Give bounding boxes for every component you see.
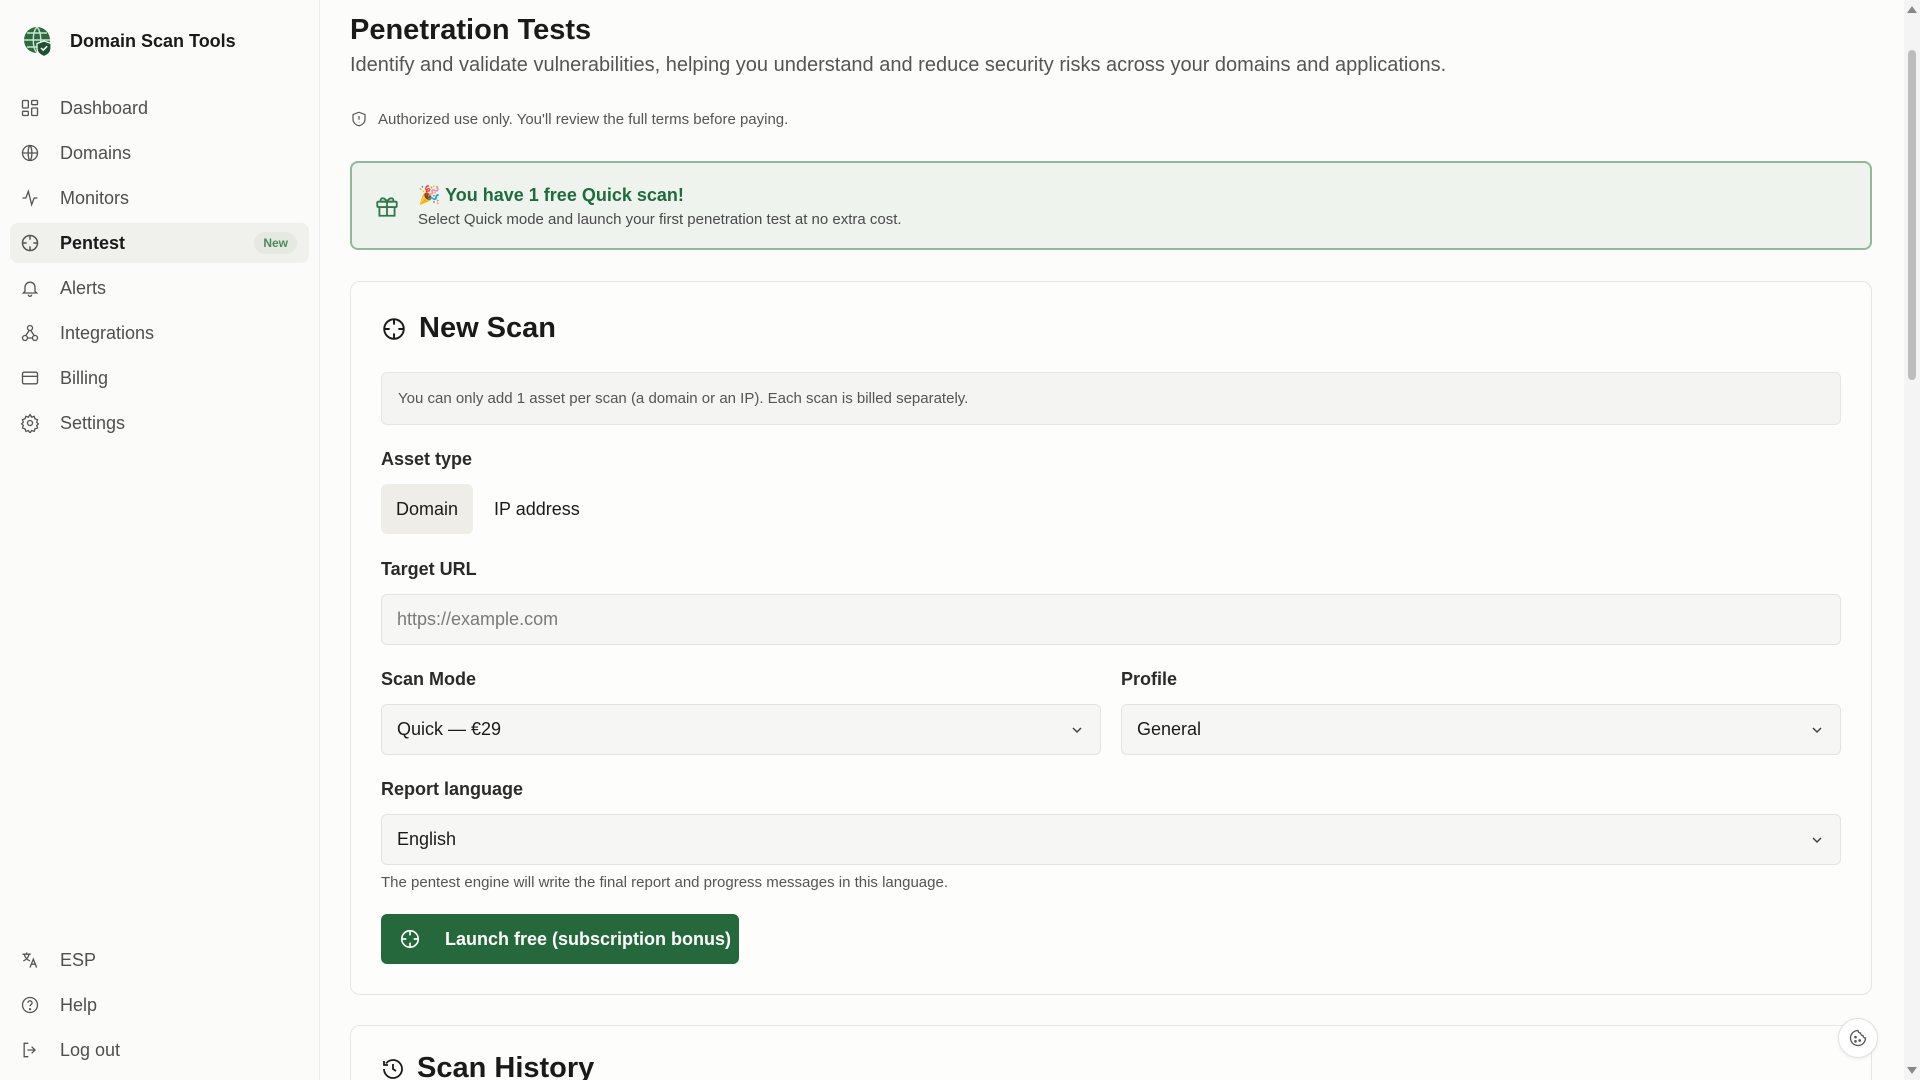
sidebar-item-label: Log out bbox=[60, 1039, 121, 1060]
scan-history-title: Scan History bbox=[417, 1052, 595, 1080]
logout-icon bbox=[20, 1040, 40, 1060]
scan-mode-value: Quick — €29 bbox=[397, 719, 502, 739]
sidebar: Domain Scan Tools Dashboard Domains Moni… bbox=[0, 0, 320, 1080]
sidebar-nav: Dashboard Domains Monitors Pentest New A… bbox=[10, 88, 309, 448]
gift-icon bbox=[376, 197, 398, 217]
scan-history-heading: Scan History bbox=[381, 1052, 594, 1080]
profile-label: Profile bbox=[1121, 669, 1178, 689]
webhook-icon bbox=[20, 323, 40, 343]
sidebar-item-monitors[interactable]: Monitors bbox=[10, 178, 309, 218]
page-subtitle: Identify and validate vulnerabilities, h… bbox=[350, 54, 1447, 76]
sidebar-item-label: Help bbox=[60, 994, 98, 1015]
scan-history-card: Scan History bbox=[350, 1025, 1872, 1080]
report-language-value: English bbox=[397, 829, 457, 849]
cookie-icon bbox=[1849, 1029, 1867, 1047]
sidebar-item-label: Settings bbox=[60, 412, 126, 433]
sidebar-item-label: Billing bbox=[60, 367, 109, 388]
report-language-help: The pentest engine will write the final … bbox=[381, 874, 948, 891]
brand[interactable]: Domain Scan Tools bbox=[22, 24, 236, 58]
bell-icon bbox=[20, 278, 40, 298]
history-icon bbox=[383, 1058, 403, 1079]
help-circle-icon bbox=[20, 995, 40, 1015]
language-icon bbox=[20, 950, 40, 970]
brand-name: Domain Scan Tools bbox=[70, 30, 236, 51]
globe-icon bbox=[20, 143, 40, 163]
sidebar-item-settings[interactable]: Settings bbox=[10, 403, 309, 443]
sidebar-item-label: ESP bbox=[60, 949, 97, 970]
gear-icon bbox=[20, 413, 40, 433]
report-language-select[interactable]: English bbox=[381, 814, 1841, 865]
sidebar-item-help[interactable]: Help bbox=[10, 985, 309, 1025]
language-switch[interactable]: ESP bbox=[10, 940, 309, 980]
new-scan-card: New Scan You can only add 1 asset per sc… bbox=[350, 281, 1872, 995]
cookie-settings-button[interactable] bbox=[1838, 1018, 1878, 1058]
asset-type-ip-address[interactable]: IP address bbox=[479, 484, 595, 534]
report-language-label: Report language bbox=[381, 779, 524, 799]
activity-icon bbox=[20, 188, 40, 208]
launch-free-button[interactable]: Launch free (subscription bonus) bbox=[381, 914, 739, 964]
scan-mode-label: Scan Mode bbox=[381, 669, 477, 689]
sidebar-item-label: Integrations bbox=[60, 322, 155, 343]
profile-select[interactable]: General bbox=[1121, 704, 1841, 755]
new-badge: New bbox=[254, 232, 297, 254]
sidebar-bottom-nav: ESP Help Log out bbox=[10, 940, 309, 1075]
credit-card-icon bbox=[20, 368, 40, 388]
page-scrollbar[interactable] bbox=[1904, 0, 1920, 1080]
profile-value: General bbox=[1137, 719, 1202, 739]
scroll-up-arrow[interactable] bbox=[1907, 6, 1917, 13]
chevron-down-icon bbox=[1812, 726, 1822, 733]
asset-type-domain[interactable]: Domain bbox=[381, 484, 474, 534]
sidebar-item-pentest[interactable]: Pentest New bbox=[10, 223, 309, 263]
asset-type-label: Asset type bbox=[381, 449, 473, 469]
crosshair-icon bbox=[400, 929, 420, 949]
sidebar-item-label: Alerts bbox=[60, 277, 107, 298]
sidebar-item-integrations[interactable]: Integrations bbox=[10, 313, 309, 353]
chevron-down-icon bbox=[1812, 836, 1822, 843]
banner-text: Select Quick mode and launch your first … bbox=[418, 211, 902, 228]
logout-button[interactable]: Log out bbox=[10, 1030, 309, 1070]
scan-mode-select[interactable]: Quick — €29 bbox=[381, 704, 1101, 755]
sidebar-item-label: Domains bbox=[60, 142, 132, 163]
sidebar-item-domains[interactable]: Domains bbox=[10, 133, 309, 173]
sidebar-item-label: Pentest bbox=[60, 232, 126, 253]
party-emoji: 🎉 bbox=[418, 185, 441, 205]
target-url-input[interactable]: https://example.com bbox=[381, 594, 1841, 645]
scroll-thumb[interactable] bbox=[1908, 50, 1916, 380]
crosshair-icon bbox=[20, 233, 40, 253]
sidebar-item-alerts[interactable]: Alerts bbox=[10, 268, 309, 308]
page-title: Penetration Tests bbox=[350, 14, 592, 46]
sidebar-item-billing[interactable]: Billing bbox=[10, 358, 309, 398]
new-scan-title: New Scan bbox=[419, 312, 556, 344]
launch-button-label: Launch free (subscription bonus) bbox=[445, 928, 732, 949]
banner-title-text: You have 1 free Quick scan! bbox=[445, 185, 684, 205]
globe-shield-logo-icon bbox=[24, 26, 52, 58]
new-scan-heading: New Scan bbox=[381, 312, 556, 345]
sidebar-item-dashboard[interactable]: Dashboard bbox=[10, 88, 309, 128]
target-url-label: Target URL bbox=[381, 559, 477, 579]
grid-icon bbox=[20, 98, 40, 118]
chevron-down-icon bbox=[1072, 726, 1082, 733]
asset-type-toggle: Domain IP address bbox=[381, 484, 595, 534]
free-scan-banner: 🎉 You have 1 free Quick scan! Select Qui… bbox=[350, 161, 1872, 250]
asset-limit-info: You can only add 1 asset per scan (a dom… bbox=[381, 372, 1841, 425]
sidebar-item-label: Monitors bbox=[60, 187, 130, 208]
authorized-use-note: Authorized use only. You'll review the f… bbox=[350, 110, 788, 128]
authorized-use-text: Authorized use only. You'll review the f… bbox=[378, 110, 789, 128]
shield-icon bbox=[352, 111, 366, 127]
crosshair-icon bbox=[383, 317, 405, 340]
scroll-down-arrow[interactable] bbox=[1907, 1067, 1917, 1074]
banner-title: 🎉 You have 1 free Quick scan! bbox=[418, 185, 684, 206]
sidebar-item-label: Dashboard bbox=[60, 97, 149, 118]
